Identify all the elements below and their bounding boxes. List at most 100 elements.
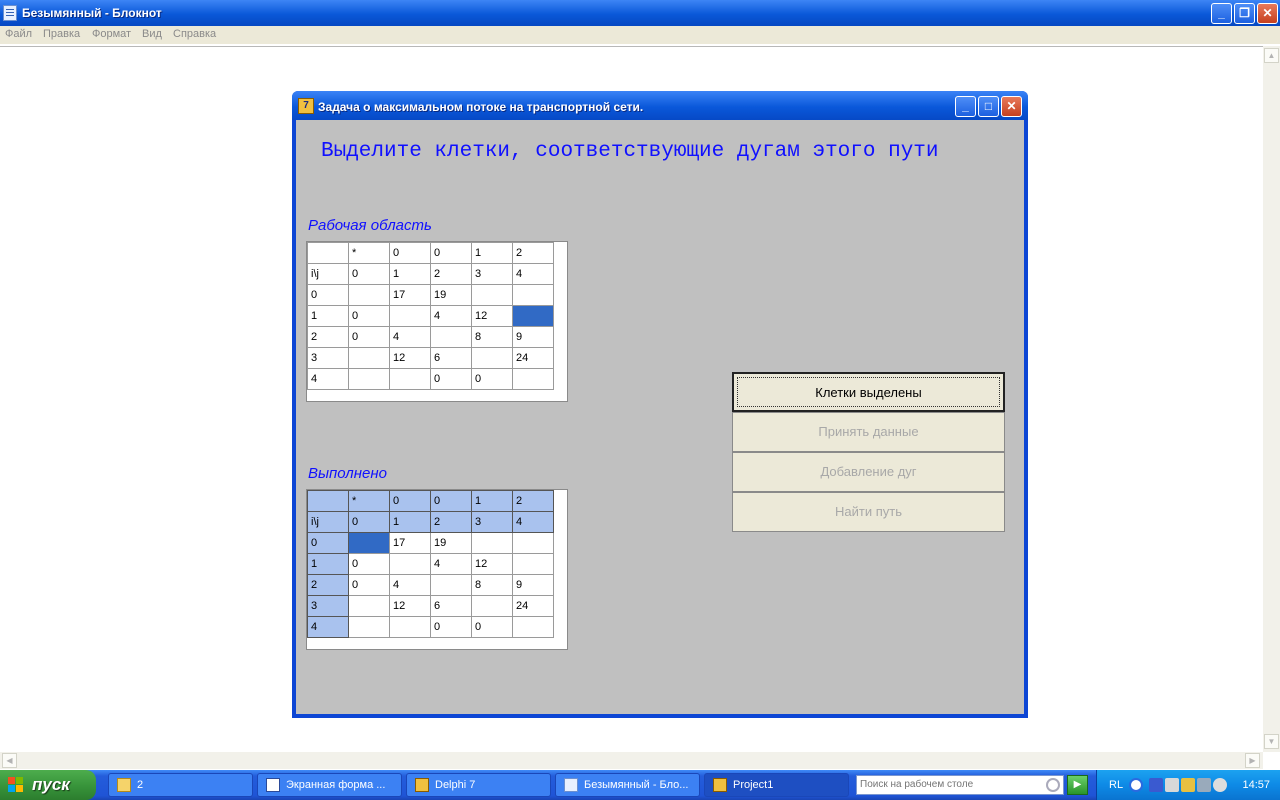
grid-cell[interactable]: 3	[471, 511, 513, 533]
find-path-button[interactable]: Найти путь	[732, 492, 1005, 532]
grid-cell[interactable]: 2	[512, 490, 554, 512]
grid-cell[interactable]: *	[348, 490, 390, 512]
grid-cell[interactable]	[389, 553, 431, 575]
grid-cell[interactable]: 12	[389, 347, 431, 369]
grid-cell[interactable]: 0	[430, 242, 472, 264]
grid-cell[interactable]: 2	[430, 511, 472, 533]
menu-format[interactable]: Формат	[92, 28, 131, 40]
scroll-up-icon[interactable]: ▲	[1264, 48, 1279, 63]
grid-cell[interactable]: 0	[430, 490, 472, 512]
grid-cell[interactable]: 2	[307, 574, 349, 596]
grid-cell[interactable]	[389, 616, 431, 638]
network-icon[interactable]	[1165, 778, 1179, 792]
volume-icon[interactable]	[1213, 778, 1227, 792]
grid-cell[interactable]	[307, 242, 349, 264]
app-maximize-button[interactable]: □	[978, 96, 999, 117]
grid-cell[interactable]	[389, 305, 431, 327]
close-button[interactable]: ✕	[1257, 3, 1278, 24]
minimize-button[interactable]: _	[1211, 3, 1232, 24]
grid-cell[interactable]	[430, 574, 472, 596]
antivirus-icon[interactable]	[1181, 778, 1195, 792]
grid-cell[interactable]: 1	[307, 305, 349, 327]
menu-help[interactable]: Справка	[173, 28, 216, 40]
chevron-left-icon[interactable]	[1129, 778, 1143, 792]
restore-button[interactable]: ❐	[1234, 3, 1255, 24]
grid-cell[interactable]: 9	[512, 574, 554, 596]
grid-cell[interactable]	[512, 532, 554, 554]
grid-cell[interactable]: 0	[307, 532, 349, 554]
scroll-right-icon[interactable]: ▶	[1245, 753, 1260, 768]
grid-cell[interactable]	[348, 616, 390, 638]
task-project1[interactable]: Project1	[704, 773, 849, 797]
desktop-search-box[interactable]	[856, 775, 1064, 795]
scroll-left-icon[interactable]: ◀	[2, 753, 17, 768]
grid-cell[interactable]: 4	[430, 305, 472, 327]
grid-cell[interactable]: 0	[430, 368, 472, 390]
grid-cell[interactable]: 0	[389, 242, 431, 264]
grid-cell[interactable]	[348, 368, 390, 390]
grid-cell[interactable]: 2	[307, 326, 349, 348]
grid-cell[interactable]: 0	[348, 263, 390, 285]
cells-selected-button[interactable]: Клетки выделены	[732, 372, 1005, 412]
battery-icon[interactable]	[1149, 778, 1163, 792]
grid-cell[interactable]: 12	[471, 553, 513, 575]
app-minimize-button[interactable]: _	[955, 96, 976, 117]
grid-cell[interactable]: 1	[389, 263, 431, 285]
grid-cell[interactable]: 9	[512, 326, 554, 348]
grid-cell[interactable]: 0	[348, 511, 390, 533]
task-screen-form[interactable]: Экранная форма ...	[257, 773, 402, 797]
grid-cell[interactable]: 3	[307, 595, 349, 617]
grid-cell[interactable]: 19	[430, 284, 472, 306]
grid-cell[interactable]: *	[348, 242, 390, 264]
display-icon[interactable]	[1197, 778, 1211, 792]
search-go-button[interactable]: ▶	[1067, 775, 1088, 795]
menu-view[interactable]: Вид	[142, 28, 162, 40]
grid-cell[interactable]	[471, 595, 513, 617]
add-arcs-button[interactable]: Добавление дуг	[732, 452, 1005, 492]
menu-edit[interactable]: Правка	[43, 28, 80, 40]
grid-cell[interactable]: 0	[430, 616, 472, 638]
scroll-down-icon[interactable]: ▼	[1264, 734, 1279, 749]
grid-cell[interactable]	[512, 368, 554, 390]
grid-cell[interactable]: 0	[471, 368, 513, 390]
app-title-bar[interactable]: 7 Задача о максимальном потоке на трансп…	[292, 91, 1028, 120]
grid-cell[interactable]: 8	[471, 574, 513, 596]
grid-cell[interactable]	[512, 553, 554, 575]
grid-cell[interactable]: 0	[471, 616, 513, 638]
grid-cell[interactable]: 17	[389, 532, 431, 554]
grid-cell[interactable]	[471, 347, 513, 369]
grid-cell[interactable]	[348, 347, 390, 369]
grid-cell[interactable]	[348, 532, 390, 554]
grid-cell[interactable]: 4	[389, 326, 431, 348]
grid-cell[interactable]: 1	[389, 511, 431, 533]
grid-cell[interactable]: 0	[348, 326, 390, 348]
grid-cell[interactable]	[348, 284, 390, 306]
grid-cell[interactable]	[348, 595, 390, 617]
language-indicator[interactable]: RL	[1109, 779, 1123, 791]
grid-cell[interactable]	[471, 532, 513, 554]
grid-cell[interactable]: 2	[512, 242, 554, 264]
grid-cell[interactable]: 4	[307, 616, 349, 638]
grid-cell[interactable]: 1	[471, 490, 513, 512]
accept-data-button[interactable]: Принять данные	[732, 412, 1005, 452]
grid-cell[interactable]	[389, 368, 431, 390]
grid-cell[interactable]: 4	[430, 553, 472, 575]
grid-cell[interactable]: 0	[389, 490, 431, 512]
work-grid[interactable]: * 0 0 1 2 i\j 0 1 2 3 4 0 17 19 1 0 4 12 2 0 4 8 9 3 12 6 24 4 0 0	[306, 241, 568, 402]
grid-cell[interactable]: 0	[348, 574, 390, 596]
grid-cell[interactable]	[430, 326, 472, 348]
grid-cell[interactable]: 12	[389, 595, 431, 617]
grid-cell[interactable]: i\j	[307, 511, 349, 533]
grid-cell[interactable]: 6	[430, 595, 472, 617]
task-folder-2[interactable]: 2	[108, 773, 253, 797]
grid-cell[interactable]: 3	[471, 263, 513, 285]
grid-cell[interactable]: 3	[307, 347, 349, 369]
grid-cell[interactable]	[512, 616, 554, 638]
horizontal-scrollbar[interactable]: ◀ ▶	[0, 752, 1263, 769]
vertical-scrollbar[interactable]: ▲ ▼	[1263, 46, 1280, 752]
start-button[interactable]: пуск	[0, 770, 96, 800]
grid-cell[interactable]: 6	[430, 347, 472, 369]
app-close-button[interactable]: ✕	[1001, 96, 1022, 117]
grid-cell[interactable]	[512, 284, 554, 306]
notepad-title-bar[interactable]: Безымянный - Блокнот _ ❐ ✕	[0, 0, 1280, 26]
